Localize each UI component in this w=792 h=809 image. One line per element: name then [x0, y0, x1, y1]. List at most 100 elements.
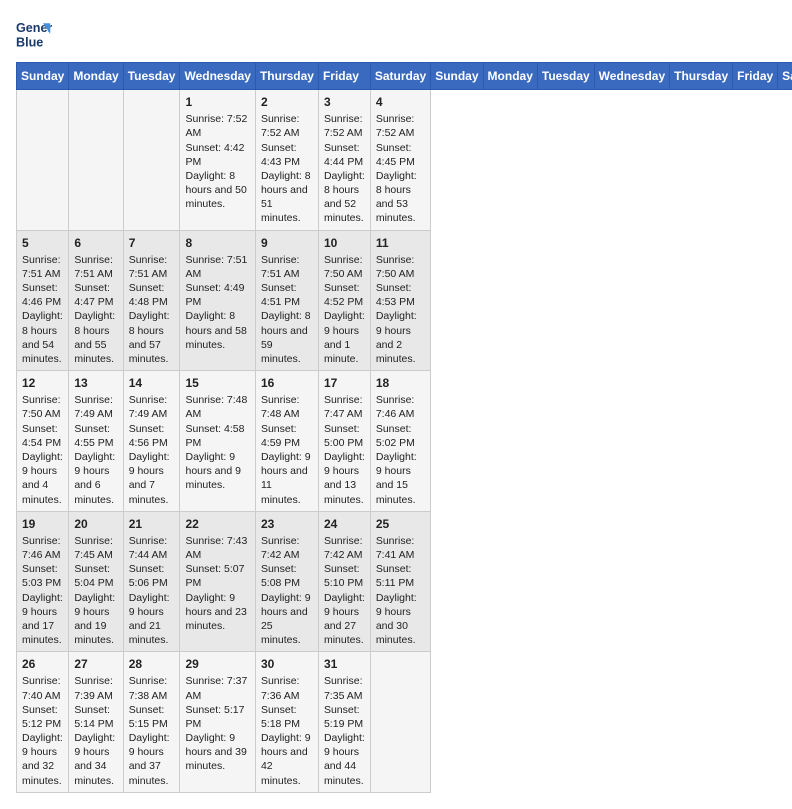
day-number: 27	[74, 656, 117, 672]
day-detail: Sunrise: 7:36 AM	[261, 674, 313, 702]
day-detail: Sunrise: 7:52 AM	[261, 112, 313, 140]
day-detail: Daylight: 8 hours and 53 minutes.	[376, 169, 425, 226]
day-number: 30	[261, 656, 313, 672]
day-number: 28	[129, 656, 175, 672]
calendar-cell: 24Sunrise: 7:42 AMSunset: 5:10 PMDayligh…	[318, 511, 370, 652]
day-number: 24	[324, 516, 365, 532]
day-detail: Sunset: 4:43 PM	[261, 141, 313, 169]
day-detail: Sunrise: 7:50 AM	[376, 253, 425, 281]
day-number: 7	[129, 235, 175, 251]
day-number: 10	[324, 235, 365, 251]
calendar-cell: 17Sunrise: 7:47 AMSunset: 5:00 PMDayligh…	[318, 371, 370, 512]
day-detail: Daylight: 9 hours and 15 minutes.	[376, 450, 425, 507]
day-detail: Sunrise: 7:51 AM	[261, 253, 313, 281]
day-number: 12	[22, 375, 63, 391]
calendar-week-row: 12Sunrise: 7:50 AMSunset: 4:54 PMDayligh…	[17, 371, 792, 512]
calendar-cell: 29Sunrise: 7:37 AMSunset: 5:17 PMDayligh…	[180, 652, 255, 793]
day-detail: Sunset: 5:04 PM	[74, 562, 117, 590]
day-detail: Sunset: 5:15 PM	[129, 703, 175, 731]
day-number: 11	[376, 235, 425, 251]
day-detail: Sunrise: 7:46 AM	[376, 393, 425, 421]
day-number: 3	[324, 94, 365, 110]
calendar-week-row: 19Sunrise: 7:46 AMSunset: 5:03 PMDayligh…	[17, 511, 792, 652]
page-header: General Blue	[16, 16, 776, 52]
day-detail: Sunset: 4:56 PM	[129, 422, 175, 450]
day-number: 20	[74, 516, 117, 532]
day-detail: Sunrise: 7:35 AM	[324, 674, 365, 702]
logo: General Blue	[16, 16, 52, 52]
day-detail: Daylight: 8 hours and 54 minutes.	[22, 309, 63, 366]
day-number: 22	[185, 516, 249, 532]
header-wednesday: Wednesday	[180, 63, 255, 90]
day-number: 25	[376, 516, 425, 532]
day-detail: Daylight: 9 hours and 4 minutes.	[22, 450, 63, 507]
day-detail: Sunset: 5:08 PM	[261, 562, 313, 590]
day-detail: Sunrise: 7:48 AM	[185, 393, 249, 421]
day-number: 13	[74, 375, 117, 391]
day-number: 14	[129, 375, 175, 391]
day-number: 31	[324, 656, 365, 672]
calendar-week-row: 5Sunrise: 7:51 AMSunset: 4:46 PMDaylight…	[17, 230, 792, 371]
calendar-cell: 28Sunrise: 7:38 AMSunset: 5:15 PMDayligh…	[123, 652, 180, 793]
calendar-cell: 23Sunrise: 7:42 AMSunset: 5:08 PMDayligh…	[255, 511, 318, 652]
calendar-cell: 3Sunrise: 7:52 AMSunset: 4:44 PMDaylight…	[318, 90, 370, 231]
calendar-cell: 14Sunrise: 7:49 AMSunset: 4:56 PMDayligh…	[123, 371, 180, 512]
day-detail: Sunset: 5:11 PM	[376, 562, 425, 590]
day-detail: Sunset: 5:19 PM	[324, 703, 365, 731]
day-detail: Daylight: 8 hours and 58 minutes.	[185, 309, 249, 352]
day-detail: Sunset: 4:42 PM	[185, 141, 249, 169]
day-detail: Sunrise: 7:48 AM	[261, 393, 313, 421]
calendar-header-row: SundayMondayTuesdayWednesdayThursdayFrid…	[17, 63, 792, 90]
day-detail: Sunrise: 7:51 AM	[129, 253, 175, 281]
day-number: 9	[261, 235, 313, 251]
day-detail: Sunset: 5:12 PM	[22, 703, 63, 731]
calendar-table: SundayMondayTuesdayWednesdayThursdayFrid…	[16, 62, 792, 793]
day-detail: Sunrise: 7:49 AM	[74, 393, 117, 421]
day-number: 17	[324, 375, 365, 391]
calendar-cell: 27Sunrise: 7:39 AMSunset: 5:14 PMDayligh…	[69, 652, 123, 793]
day-detail: Sunset: 4:54 PM	[22, 422, 63, 450]
day-number: 26	[22, 656, 63, 672]
day-detail: Daylight: 9 hours and 44 minutes.	[324, 731, 365, 788]
day-detail: Sunrise: 7:42 AM	[261, 534, 313, 562]
day-detail: Sunset: 4:58 PM	[185, 422, 249, 450]
day-detail: Daylight: 9 hours and 19 minutes.	[74, 591, 117, 648]
logo-icon: General Blue	[16, 16, 52, 52]
day-detail: Sunset: 4:45 PM	[376, 141, 425, 169]
header-saturday: Saturday	[370, 63, 430, 90]
calendar-cell: 2Sunrise: 7:52 AMSunset: 4:43 PMDaylight…	[255, 90, 318, 231]
day-detail: Sunrise: 7:45 AM	[74, 534, 117, 562]
calendar-cell: 26 Sunrise: 7:40 AMSunset: 5:12 PMDayligh…	[17, 652, 69, 793]
day-detail: Sunrise: 7:37 AM	[185, 674, 249, 702]
header-monday: Monday	[69, 63, 123, 90]
day-number: 15	[185, 375, 249, 391]
calendar-cell	[69, 90, 123, 231]
header-saturday: Saturday	[778, 63, 792, 90]
day-detail: Sunset: 4:48 PM	[129, 281, 175, 309]
day-detail: Sunrise: 7:51 AM	[22, 253, 63, 281]
day-number: 6	[74, 235, 117, 251]
day-detail: Daylight: 9 hours and 9 minutes.	[185, 450, 249, 493]
calendar-cell: 8Sunrise: 7:51 AMSunset: 4:49 PMDaylight…	[180, 230, 255, 371]
day-detail: Daylight: 8 hours and 52 minutes.	[324, 169, 365, 226]
day-number: 29	[185, 656, 249, 672]
day-detail: Sunrise: 7:51 AM	[185, 253, 249, 281]
calendar-cell: 21Sunrise: 7:44 AMSunset: 5:06 PMDayligh…	[123, 511, 180, 652]
day-detail: Daylight: 8 hours and 55 minutes.	[74, 309, 117, 366]
day-detail: Sunset: 4:52 PM	[324, 281, 365, 309]
day-detail: Daylight: 9 hours and 32 minutes.	[22, 731, 63, 788]
svg-text:Blue: Blue	[16, 36, 43, 50]
day-detail: Sunset: 4:55 PM	[74, 422, 117, 450]
calendar-cell: 16Sunrise: 7:48 AMSunset: 4:59 PMDayligh…	[255, 371, 318, 512]
day-detail: Sunrise: 7:40 AM	[22, 674, 63, 702]
day-detail: Sunrise: 7:52 AM	[376, 112, 425, 140]
header-tuesday: Tuesday	[537, 63, 594, 90]
day-detail: Sunrise: 7:38 AM	[129, 674, 175, 702]
calendar-cell: 18Sunrise: 7:46 AMSunset: 5:02 PMDayligh…	[370, 371, 430, 512]
day-detail: Sunrise: 7:51 AM	[74, 253, 117, 281]
day-detail: Daylight: 9 hours and 34 minutes.	[74, 731, 117, 788]
calendar-cell: 11Sunrise: 7:50 AMSunset: 4:53 PMDayligh…	[370, 230, 430, 371]
header-tuesday: Tuesday	[123, 63, 180, 90]
day-detail: Sunset: 5:06 PM	[129, 562, 175, 590]
day-detail: Sunrise: 7:49 AM	[129, 393, 175, 421]
